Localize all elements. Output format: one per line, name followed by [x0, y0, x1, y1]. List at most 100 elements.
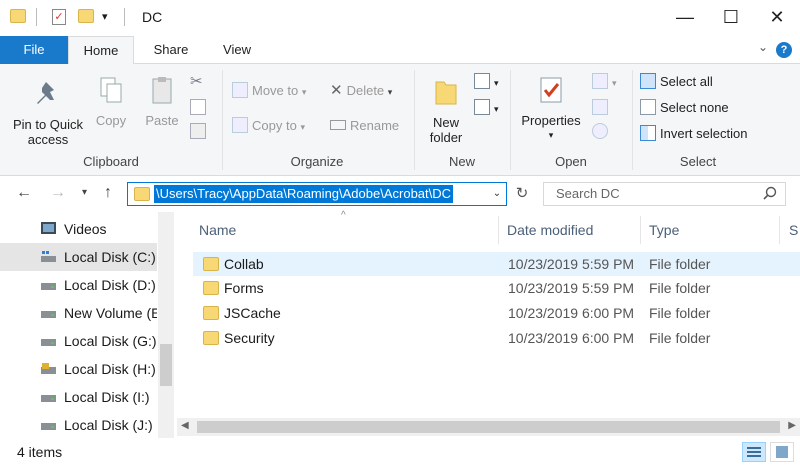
minimize-button[interactable]: —: [662, 0, 708, 36]
table-row[interactable]: Collab 10/23/2019 5:59 PM File folder: [193, 252, 800, 276]
properties-button[interactable]: Properties ▾: [516, 74, 586, 143]
table-row[interactable]: JSCache 10/23/2019 6:00 PM File folder: [193, 301, 800, 325]
delete-label: Delete: [346, 83, 385, 98]
row-name: Forms: [224, 280, 264, 296]
invert-selection-button[interactable]: Invert selection: [640, 124, 747, 144]
horizontal-scrollbar[interactable]: ◀ ▶: [177, 418, 800, 436]
search-input[interactable]: Search DC: [543, 182, 786, 206]
copy-path-button[interactable]: [190, 98, 210, 118]
search-placeholder: Search DC: [556, 186, 620, 201]
column-header-size[interactable]: S: [789, 218, 798, 246]
nav-item-local-disk-c[interactable]: Local Disk (C:): [0, 243, 157, 271]
open-button[interactable]: ▾: [592, 72, 617, 92]
search-icon[interactable]: [763, 186, 777, 200]
nav-item-videos[interactable]: Videos: [0, 215, 157, 243]
row-date: 10/23/2019 6:00 PM: [508, 305, 635, 321]
column-separator[interactable]: [498, 216, 499, 244]
copy-to-label: Copy to: [252, 118, 297, 133]
paste-label: Paste: [145, 113, 179, 128]
move-to-button[interactable]: Move to ▾: [232, 81, 306, 101]
drive-icon: [41, 339, 56, 346]
chevron-down-icon[interactable]: ⌄: [758, 40, 768, 54]
select-group-label: Select: [679, 154, 717, 169]
nav-label: Local Disk (D:): [64, 277, 156, 293]
nav-label: Local Disk (H:): [64, 361, 156, 377]
row-type: File folder: [649, 330, 711, 346]
copy-button[interactable]: Copy: [90, 74, 132, 128]
nav-vertical-scrollbar[interactable]: [158, 212, 174, 438]
delete-button[interactable]: ✕ Delete ▾: [330, 81, 392, 101]
properties-check-icon[interactable]: ✓: [52, 9, 66, 25]
edit-button[interactable]: [592, 98, 612, 118]
scroll-right-arrow[interactable]: ▶: [788, 420, 796, 431]
row-type: File folder: [649, 305, 711, 321]
copy-to-button[interactable]: Copy to ▾: [232, 116, 305, 136]
large-icons-view-button[interactable]: [770, 442, 794, 462]
rename-label: Rename: [350, 118, 400, 133]
select-none-button[interactable]: Select none: [640, 98, 729, 118]
nav-item-local-disk-j[interactable]: Local Disk (J:): [0, 411, 157, 438]
address-bar[interactable]: \Users\Tracy\AppData\Roaming\Adobe\Acrob…: [127, 182, 507, 206]
copy-to-icon: [232, 117, 248, 133]
pin-label-line1: Pin to Quick: [12, 117, 84, 132]
clipboard-group-label: Clipboard: [83, 154, 139, 169]
details-view-button[interactable]: [742, 442, 766, 462]
new-folder-button[interactable]: New folder: [420, 76, 472, 145]
toolbar-separator: [124, 8, 125, 26]
maximize-button[interactable]: ☐: [708, 0, 754, 36]
new-item-button[interactable]: ▾: [474, 72, 499, 92]
nav-item-local-disk-h[interactable]: Local Disk (H:): [0, 355, 157, 383]
nav-label: Local Disk (C:): [64, 249, 156, 265]
large-icons-view-icon: [776, 446, 788, 458]
file-list: ^ Name Date modified Type S Collab 10/23…: [177, 210, 800, 438]
help-icon[interactable]: ?: [776, 42, 792, 58]
up-button[interactable]: ↑: [104, 184, 112, 202]
pin-to-quick-access-button[interactable]: Pin to Quick access: [6, 78, 90, 147]
tab-view[interactable]: View: [208, 36, 266, 64]
chevron-down-icon[interactable]: ⌄: [488, 183, 506, 205]
nav-item-local-disk-g[interactable]: Local Disk (G:): [0, 327, 157, 355]
new-folder-label-line1: New: [432, 115, 459, 130]
nav-item-local-disk-d[interactable]: Local Disk (D:): [0, 271, 157, 299]
row-date: 10/23/2019 6:00 PM: [508, 330, 635, 346]
paste-button[interactable]: Paste: [140, 74, 184, 128]
select-all-button[interactable]: Select all: [640, 72, 713, 92]
new-folder-quick-icon[interactable]: [78, 9, 94, 23]
easy-access-button[interactable]: ▾: [474, 98, 499, 118]
address-path[interactable]: \Users\Tracy\AppData\Roaming\Adobe\Acrob…: [154, 185, 454, 203]
customize-toolbar-icon[interactable]: ▾: [102, 10, 108, 23]
column-header-name[interactable]: Name: [199, 218, 236, 246]
refresh-button[interactable]: ↻: [510, 182, 534, 206]
tab-file[interactable]: File: [0, 36, 68, 64]
table-row[interactable]: Forms 10/23/2019 5:59 PM File folder: [193, 276, 800, 300]
recent-locations-button[interactable]: ▾: [82, 187, 87, 198]
scissors-icon: ✂: [190, 73, 203, 90]
select-none-icon: [640, 99, 656, 115]
tab-home[interactable]: Home: [68, 36, 134, 65]
column-header-date-modified[interactable]: Date modified: [507, 218, 593, 246]
back-button[interactable]: ←: [16, 184, 32, 202]
history-button[interactable]: [592, 122, 612, 142]
row-name: Collab: [224, 256, 264, 272]
cut-button[interactable]: ✂: [190, 72, 203, 92]
new-folder-label-line2: folder: [429, 130, 463, 145]
forward-button[interactable]: →: [50, 184, 66, 202]
table-row[interactable]: Security 10/23/2019 6:00 PM File folder: [193, 326, 800, 350]
rename-button[interactable]: Rename: [330, 116, 399, 136]
scrollbar-thumb[interactable]: [197, 421, 780, 433]
column-separator[interactable]: [779, 216, 780, 244]
nav-item-local-disk-i[interactable]: Local Disk (I:): [0, 383, 157, 411]
nav-label: Videos: [64, 221, 107, 237]
scrollbar-thumb[interactable]: [160, 344, 172, 386]
column-header-type[interactable]: Type: [649, 218, 679, 246]
properties-label: Properties: [521, 113, 581, 128]
paste-shortcut-button[interactable]: [190, 122, 210, 142]
easy-access-icon: [474, 99, 490, 115]
nav-item-new-volume-e[interactable]: New Volume (E:): [0, 299, 157, 327]
rename-icon: [330, 120, 346, 130]
tab-share[interactable]: Share: [140, 36, 202, 64]
nav-label: Local Disk (G:): [64, 333, 157, 349]
close-button[interactable]: ✕: [754, 0, 800, 36]
column-separator[interactable]: [640, 216, 641, 244]
scroll-left-arrow[interactable]: ◀: [181, 420, 189, 431]
